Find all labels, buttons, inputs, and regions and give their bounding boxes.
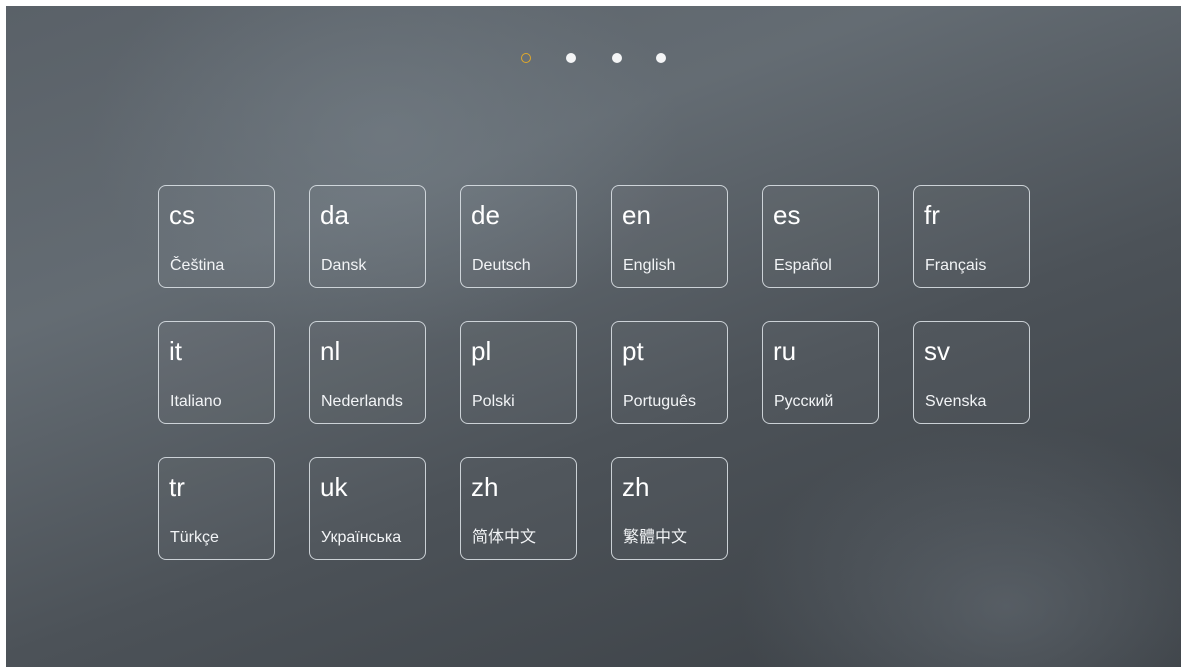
language-name: Italiano (170, 393, 222, 410)
language-tile-sv[interactable]: sv Svenska (913, 321, 1030, 424)
language-tile-ru[interactable]: ru Русский (762, 321, 879, 424)
language-tile-es[interactable]: es Español (762, 185, 879, 288)
language-code: tr (169, 472, 185, 502)
language-name: Français (925, 257, 987, 274)
language-name: Português (623, 393, 696, 410)
language-code: nl (320, 336, 341, 366)
language-name: Türkçe (170, 529, 219, 546)
language-name: Українська (321, 529, 402, 546)
language-name: Dansk (321, 257, 367, 274)
language-code: cs (169, 200, 195, 230)
language-name: Čeština (170, 257, 225, 274)
page-dot-2[interactable] (566, 53, 576, 63)
language-code: de (471, 200, 500, 230)
language-name: Español (774, 257, 832, 274)
language-code: pt (622, 336, 644, 366)
page-dot-4[interactable] (656, 53, 666, 63)
language-name: Русский (774, 393, 834, 410)
language-name: Svenska (925, 393, 987, 410)
page-indicator (6, 53, 1181, 65)
language-code: uk (320, 472, 348, 502)
language-tile-pl[interactable]: pl Polski (460, 321, 577, 424)
language-tile-tr[interactable]: tr Türkçe (158, 457, 275, 560)
language-name: 简体中文 (472, 529, 537, 546)
language-name: Polski (472, 393, 515, 410)
language-tile-de[interactable]: de Deutsch (460, 185, 577, 288)
language-code: fr (924, 200, 940, 230)
language-name: Deutsch (472, 257, 531, 274)
language-tile-cs[interactable]: cs Čeština (158, 185, 275, 288)
language-tile-zh-simplified[interactable]: zh 简体中文 (460, 457, 577, 560)
language-tile-nl[interactable]: nl Nederlands (309, 321, 426, 424)
language-code: it (169, 336, 182, 366)
language-code: da (320, 200, 349, 230)
language-tile-da[interactable]: da Dansk (309, 185, 426, 288)
language-code: ru (773, 336, 797, 366)
language-name: 繁體中文 (623, 529, 688, 546)
language-tile-pt[interactable]: pt Português (611, 321, 728, 424)
language-name: English (623, 257, 676, 274)
language-code: en (622, 200, 651, 230)
language-code: zh (471, 472, 499, 502)
language-code: es (773, 200, 801, 230)
language-code: pl (471, 336, 492, 366)
language-tile-zh-traditional[interactable]: zh 繁體中文 (611, 457, 728, 560)
language-code: sv (924, 336, 950, 366)
language-tile-en[interactable]: en English (611, 185, 728, 288)
page-dot-1[interactable] (521, 53, 531, 63)
language-select-screen: cs Čeština da Dansk de Deutsch en Englis… (6, 6, 1181, 667)
language-tile-it[interactable]: it Italiano (158, 321, 275, 424)
page-dot-3[interactable] (612, 53, 622, 63)
language-tile-fr[interactable]: fr Français (913, 185, 1030, 288)
language-name: Nederlands (321, 393, 403, 410)
language-code: zh (622, 472, 650, 502)
language-tile-uk[interactable]: uk Українська (309, 457, 426, 560)
